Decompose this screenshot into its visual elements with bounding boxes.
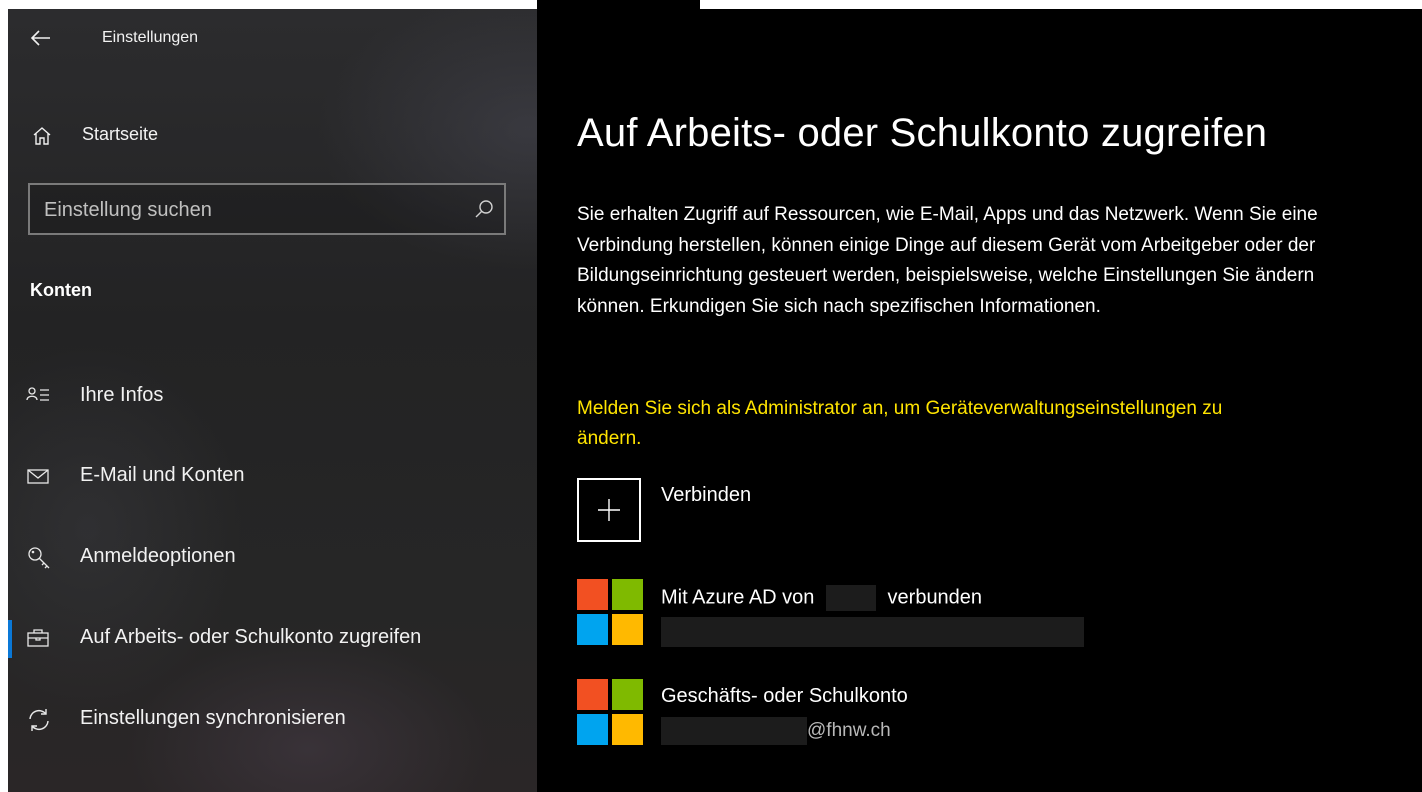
back-arrow-icon[interactable] [30, 27, 52, 49]
app-title: Einstellungen [102, 29, 199, 46]
home-label: Startseite [82, 124, 159, 144]
sidebar-item-label: Anmeldeoptionen [80, 545, 236, 567]
title-bar-strip [537, 0, 700, 9]
plus-icon [597, 498, 621, 522]
sidebar-item-arbeits-schulkonto[interactable]: Auf Arbeits- oder Schulkonto zugreifen [8, 614, 537, 664]
section-heading: Konten [30, 280, 92, 300]
sidebar-item-synchronisieren[interactable]: Einstellungen synchronisieren [8, 695, 537, 745]
sidebar-item-label: Auf Arbeits- oder Schulkonto zugreifen [80, 626, 422, 648]
home-icon [32, 126, 52, 146]
account-title: Geschäfts- oder Schulkonto [661, 685, 908, 707]
account-title: Mit Azure AD von verbunden [661, 585, 982, 611]
search-icon[interactable] [474, 199, 494, 219]
sync-icon [26, 707, 52, 733]
admin-warning-text: Melden Sie sich als Administrator an, um… [577, 398, 1223, 449]
description-text: Sie erhalten Zugriff auf Ressourcen, wie… [577, 204, 1318, 317]
sidebar-item-label: Ihre Infos [80, 384, 164, 406]
account-subtitle: @fhnw.ch [661, 717, 891, 745]
active-indicator [8, 620, 12, 658]
sidebar-item-email[interactable]: E-Mail und Konten [8, 452, 537, 502]
account-item-azure-ad[interactable]: Mit Azure AD von verbunden [577, 579, 1137, 649]
redacted-org-name [825, 585, 876, 611]
account-title-prefix: Mit Azure AD von [661, 586, 815, 609]
connect-button[interactable]: Verbinden [577, 476, 1077, 546]
connect-label: Verbinden [661, 484, 752, 506]
mail-icon [26, 464, 50, 488]
account-email-domain: @fhnw.ch [807, 720, 891, 742]
sidebar-item-label: Einstellungen synchronisieren [80, 707, 346, 729]
account-subtitle [661, 617, 1084, 647]
redacted-account-detail [661, 617, 1084, 647]
briefcase-icon [26, 626, 50, 650]
page-title: Auf Arbeits- oder Schulkonto zugreifen [577, 111, 1268, 155]
key-icon [26, 545, 52, 571]
plus-tile[interactable] [577, 478, 641, 542]
sidebar: Einstellungen Startseite Konten Ihre Inf… [8, 9, 537, 792]
main-content: Auf Arbeits- oder Schulkonto zugreifen S… [537, 9, 1422, 792]
sidebar-item-ihre-infos[interactable]: Ihre Infos [8, 372, 537, 422]
account-title-suffix: verbunden [887, 586, 983, 609]
redacted-username [661, 717, 807, 745]
search-box[interactable] [28, 183, 506, 235]
person-list-icon [26, 384, 50, 408]
account-item-school[interactable]: Geschäfts- oder Schulkonto @fhnw.ch [577, 679, 1137, 749]
search-input[interactable] [42, 193, 456, 227]
sidebar-item-anmeldeoptionen[interactable]: Anmeldeoptionen [8, 533, 537, 583]
microsoft-logo-icon [577, 679, 643, 745]
sidebar-item-label: E-Mail und Konten [80, 464, 245, 486]
microsoft-logo-icon [577, 579, 643, 645]
sidebar-item-home[interactable]: Startseite [8, 112, 537, 162]
